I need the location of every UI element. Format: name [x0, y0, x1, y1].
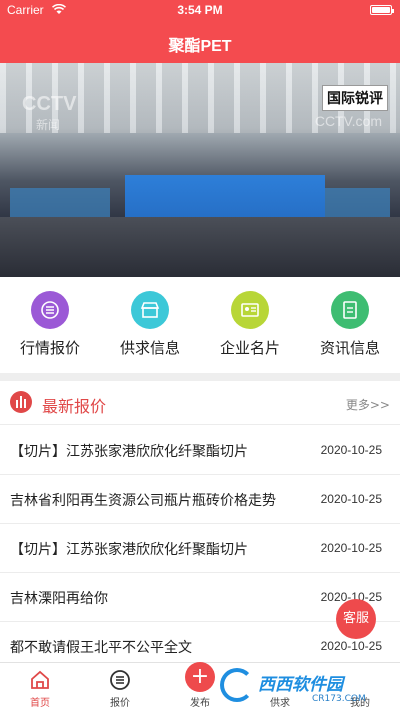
customer-service-button[interactable]: 客服: [336, 599, 376, 639]
bars-icon: [10, 391, 32, 413]
list-icon: [31, 291, 69, 329]
document-icon: [331, 291, 369, 329]
battery-icon: [370, 5, 394, 15]
item-date: 2020-10-25: [320, 492, 382, 506]
more-link[interactable]: 更多>>: [346, 396, 390, 413]
list-item[interactable]: 【切片】江苏张家港欣欣化纤聚酯切片 2020-10-25: [0, 426, 400, 475]
news-banner[interactable]: CCTV 新闻 CCTV.com 国际锐评: [0, 63, 400, 277]
commentary-stamp: 国际锐评: [322, 85, 388, 111]
quick-item-company[interactable]: 企业名片: [200, 291, 300, 358]
item-title: 吉林省利阳再生资源公司瓶片瓶砖价格走势: [10, 493, 276, 509]
watermark-text: 西西软件园: [258, 675, 343, 695]
plus-icon: +: [185, 662, 215, 692]
quick-item-label: 资讯信息: [319, 339, 380, 357]
quick-item-label: 企业名片: [219, 339, 280, 357]
quick-item-quotes[interactable]: 行情报价: [0, 291, 100, 358]
tab-home[interactable]: 首页: [0, 667, 80, 709]
site-watermark: 西西软件园 CR173.COM: [214, 668, 394, 708]
watermark-sub: CR173.COM: [312, 694, 366, 704]
item-date: 2020-10-25: [320, 541, 382, 555]
app-header: Carrier 3:54 PM 聚酯PET: [0, 0, 400, 63]
card-icon: [231, 291, 269, 329]
item-title: 【切片】江苏张家港欣欣化纤聚酯切片: [10, 542, 248, 558]
tab-label: 首页: [30, 698, 50, 709]
item-title: 都不敢请假王北平不公平全文: [10, 640, 192, 656]
quick-item-supply[interactable]: 供求信息: [100, 291, 200, 358]
quick-item-label: 供求信息: [119, 339, 180, 357]
quick-item-label: 行情报价: [19, 339, 80, 357]
status-bar: Carrier 3:54 PM: [0, 0, 400, 20]
status-time: 3:54 PM: [177, 3, 223, 17]
cctv-com-logo: CCTV.com: [314, 113, 382, 129]
menu-icon: [80, 667, 160, 693]
home-icon: [0, 667, 80, 693]
section-title: 最新报价: [42, 397, 107, 416]
list-item[interactable]: 【切片】江苏张家港欣欣化纤聚酯切片 2020-10-25: [0, 524, 400, 573]
quick-menu: 行情报价 供求信息 企业名片 资讯信息: [0, 277, 400, 373]
watermark-logo-icon: [220, 668, 254, 702]
cctv-logo-sub: 新闻: [36, 118, 61, 132]
banner-audience: [0, 217, 400, 277]
page-title: 聚酯PET: [168, 38, 232, 55]
cctv-logo: CCTV 新闻: [22, 93, 77, 132]
tab-quotes[interactable]: 报价: [80, 667, 160, 709]
store-icon: [131, 291, 169, 329]
list-item[interactable]: 吉林省利阳再生资源公司瓶片瓶砖价格走势 2020-10-25: [0, 475, 400, 524]
section-divider: [0, 373, 400, 381]
quick-item-news[interactable]: 资讯信息: [300, 291, 400, 358]
item-title: 【切片】江苏张家港欣欣化纤聚酯切片: [10, 444, 248, 460]
item-date: 2020-10-25: [320, 639, 382, 653]
latest-quotes-header: 最新报价 更多>>: [0, 381, 400, 425]
quote-list: 【切片】江苏张家港欣欣化纤聚酯切片 2020-10-25 吉林省利阳再生资源公司…: [0, 426, 400, 671]
item-date: 2020-10-25: [320, 443, 382, 457]
tab-label: 报价: [110, 698, 130, 709]
item-title: 吉林溧阳再给你: [10, 591, 108, 607]
